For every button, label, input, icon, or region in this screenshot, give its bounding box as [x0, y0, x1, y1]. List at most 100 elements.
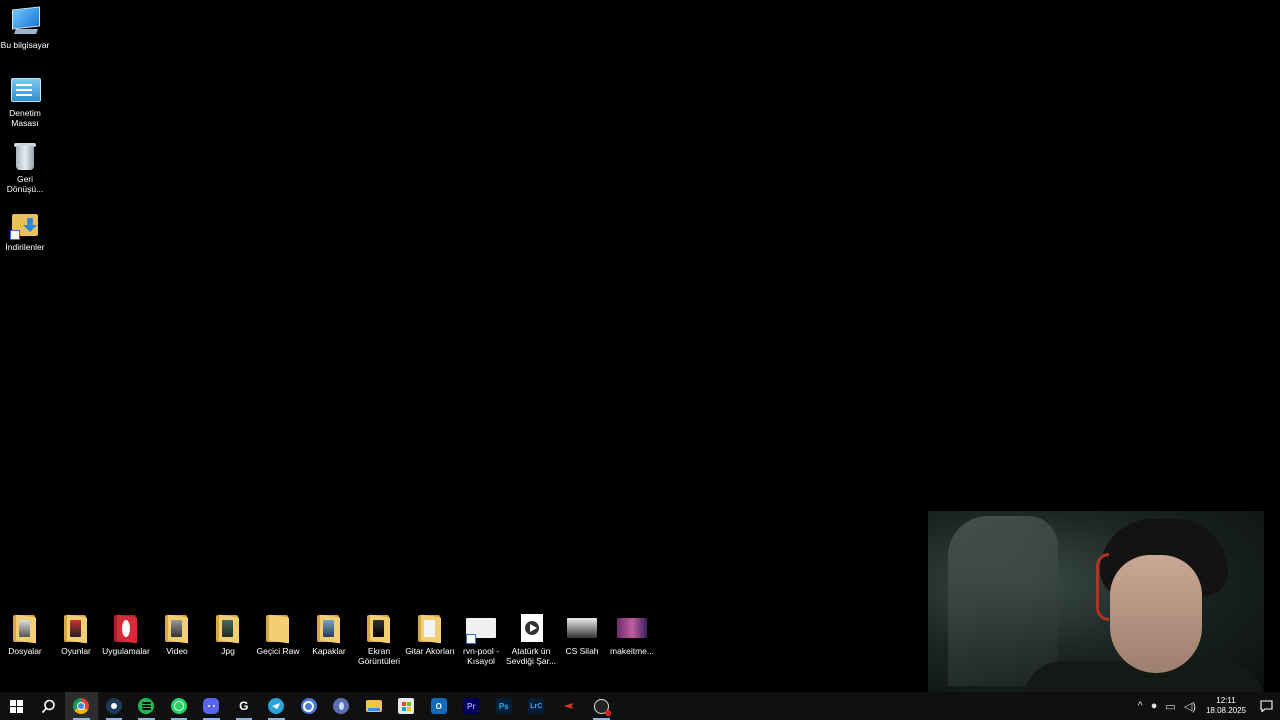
lightroom-icon: LrC — [528, 698, 545, 714]
desktop-icon-recycle-bin[interactable]: Geri Dönüşü... — [0, 140, 50, 194]
chrome-alt-icon — [300, 698, 317, 714]
store-icon — [398, 698, 415, 714]
desktop-icon-oyunlar[interactable]: Oyunlar — [51, 612, 101, 656]
premiere-icon: Pr — [463, 698, 480, 714]
folder-icon — [110, 612, 142, 644]
desktop: Bu bilgisayar Denetim Masası Geri Dönüşü… — [0, 0, 1280, 692]
taskbar-obs[interactable] — [585, 692, 618, 720]
photoshop-icon: Ps — [495, 698, 512, 714]
arrow-app-icon — [561, 698, 577, 714]
ghub-icon: G — [239, 699, 249, 713]
desktop-icon-gecici-raw[interactable]: Geçici Raw — [253, 612, 303, 656]
taskbar-spotify[interactable] — [130, 692, 163, 720]
folder-icon — [161, 612, 193, 644]
clock[interactable]: 12:11 18.08.2025 — [1206, 696, 1246, 716]
desktop-icon-cs-silah[interactable]: CS Silah — [557, 612, 607, 656]
chevron-up-icon[interactable]: ^ — [1138, 700, 1143, 712]
folder-icon — [363, 612, 395, 644]
taskbar-store[interactable] — [390, 692, 423, 720]
desktop-icon-label: Ekran Görüntüleri — [357, 646, 401, 666]
folder-icon — [414, 612, 446, 644]
desktop-icon-label: rvn-pool - Kısayol — [463, 646, 499, 666]
taskbar-steam[interactable] — [98, 692, 131, 720]
windows-icon — [9, 699, 23, 713]
search-icon — [42, 699, 56, 713]
desktop-icon-label: Dosyalar — [8, 646, 42, 656]
system-tray: ^ ● ▭ ◁) 12:11 18.08.2025 — [1134, 692, 1280, 720]
desktop-icon-rvn-pool[interactable]: rvn-pool - Kısayol — [456, 612, 506, 666]
clock-time: 12:11 — [1216, 696, 1236, 705]
chrome-icon — [73, 698, 90, 714]
taskbar-arrow-app[interactable] — [553, 692, 586, 720]
telegram-icon — [268, 698, 285, 714]
outlook-icon: O — [430, 698, 447, 714]
desktop-icon-label: Denetim Masası — [9, 108, 41, 128]
desktop-icon-downloads[interactable]: İndirilenler — [0, 208, 50, 252]
volume-icon[interactable]: ◁) — [1184, 700, 1196, 713]
desktop-icon-jpg[interactable]: Jpg — [203, 612, 253, 656]
control-panel-icon — [9, 74, 41, 106]
taskbar-outlook[interactable]: O — [423, 692, 456, 720]
desktop-icon-gitar-akorlari[interactable]: Gitar Akorları — [405, 612, 455, 656]
steam-icon — [105, 698, 122, 714]
spotify-icon — [138, 698, 155, 714]
folder-icon — [262, 612, 294, 644]
desktop-icon-label: Video — [166, 646, 188, 656]
webcam-overlay — [928, 511, 1264, 692]
whatsapp-icon — [170, 698, 187, 714]
folder-icon — [313, 612, 345, 644]
desktop-icon-makeitme[interactable]: makeitme... — [607, 612, 657, 656]
network-icon[interactable]: ▭ — [1165, 700, 1175, 713]
taskbar-chrome-alt[interactable] — [293, 692, 326, 720]
image-file-icon — [566, 612, 598, 644]
taskbar-telegram[interactable] — [260, 692, 293, 720]
taskbar-discord[interactable] — [195, 692, 228, 720]
taskbar: G O Pr Ps LrC ^ ● ▭ ◁) 12:11 18.08.2025 — [0, 692, 1280, 720]
desktop-icon-label: Oyunlar — [61, 646, 91, 656]
shortcut-file-icon — [465, 612, 497, 644]
notification-icon — [1259, 700, 1273, 712]
recycle-bin-icon — [9, 140, 41, 172]
obs-icon — [593, 698, 611, 716]
desktop-icon-uygulamalar[interactable]: Uygulamalar — [101, 612, 151, 656]
desktop-icon-label: Uygulamalar — [102, 646, 150, 656]
taskbar-ghub[interactable]: G — [228, 692, 261, 720]
desktop-icon-label: Gitar Akorları — [405, 646, 455, 656]
app-icon — [333, 698, 350, 714]
desktop-icon-ekran-goruntuleri[interactable]: Ekran Görüntüleri — [354, 612, 404, 666]
folder-icon — [60, 612, 92, 644]
folder-icon — [212, 612, 244, 644]
desktop-icon-kapaklar[interactable]: Kapaklar — [304, 612, 354, 656]
desktop-icon-ataturk[interactable]: Atatürk ün Sevdiği Şar... — [506, 612, 556, 666]
taskbar-app[interactable] — [325, 692, 358, 720]
folder-icon — [9, 612, 41, 644]
image-file-icon — [616, 612, 648, 644]
desktop-icon-label: Bu bilgisayar — [0, 40, 50, 50]
taskbar-photoshop[interactable]: Ps — [488, 692, 521, 720]
desktop-icon-label: Geçici Raw — [256, 646, 300, 656]
desktop-icon-label: Kapaklar — [312, 646, 346, 656]
microphone-icon[interactable]: ● — [1151, 700, 1158, 712]
desktop-icon-label: Geri Dönüşü... — [6, 174, 44, 194]
search-button[interactable] — [33, 692, 66, 720]
clock-date: 18.08.2025 — [1205, 706, 1246, 715]
taskbar-whatsapp[interactable] — [163, 692, 196, 720]
start-button[interactable] — [0, 692, 33, 720]
desktop-icon-control-panel[interactable]: Denetim Masası — [0, 74, 50, 128]
taskbar-file-explorer[interactable] — [358, 692, 391, 720]
discord-icon — [203, 698, 220, 714]
media-file-icon — [515, 612, 547, 644]
taskbar-lightroom[interactable]: LrC — [520, 692, 553, 720]
desktop-icon-dosyalar[interactable]: Dosyalar — [0, 612, 50, 656]
desktop-icon-this-pc[interactable]: Bu bilgisayar — [0, 6, 50, 50]
desktop-icon-video[interactable]: Video — [152, 612, 202, 656]
taskbar-premiere[interactable]: Pr — [455, 692, 488, 720]
downloads-folder-icon — [9, 208, 41, 240]
notifications-button[interactable] — [1252, 692, 1280, 720]
desktop-icon-label: İndirilenler — [5, 242, 45, 252]
desktop-icon-label: Jpg — [221, 646, 235, 656]
desktop-icon-label: CS Silah — [565, 646, 599, 656]
desktop-icon-label: Atatürk ün Sevdiği Şar... — [505, 646, 557, 666]
taskbar-chrome[interactable] — [65, 692, 98, 720]
desktop-icon-label: makeitme... — [610, 646, 654, 656]
